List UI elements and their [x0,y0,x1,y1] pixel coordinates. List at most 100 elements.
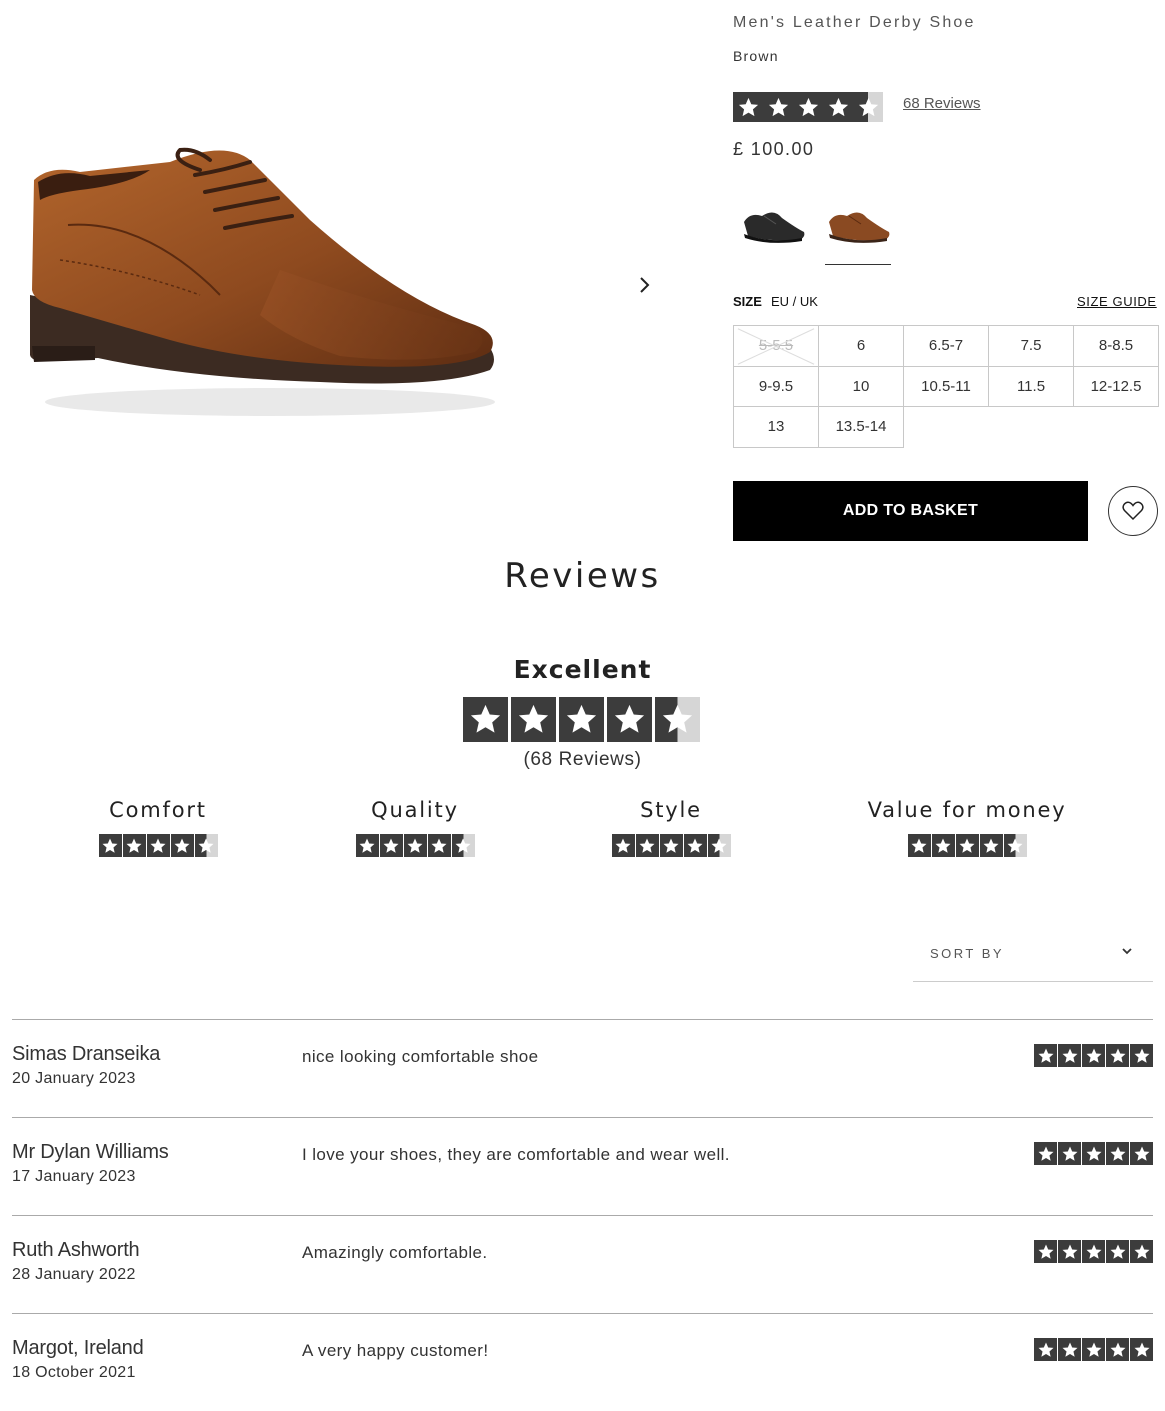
star-icon [98,834,122,857]
star-icon [1058,1142,1081,1165]
gallery-next-button[interactable] [630,268,660,302]
product-price: £ 100.00 [733,139,815,159]
star-icon [1082,1338,1105,1361]
star-icon [1003,834,1027,857]
star-icon [1106,1338,1129,1361]
criterion-label: Style [640,798,702,822]
star-icon [1106,1142,1129,1165]
star-icon [355,834,379,857]
star-icon [931,834,955,857]
criterion-label: Value for money [867,798,1067,822]
size-option[interactable]: 10 [818,365,904,407]
criterion-stars [571,834,771,857]
review-row: Simas Dranseika 20 January 2023 nice loo… [12,1019,1153,1117]
star-icon [655,697,700,742]
review-rating-stars [1034,1240,1153,1263]
size-option[interactable]: 5-5.5 [733,325,819,367]
criterion-value-for-money: Value for money [842,798,1092,857]
chevron-down-icon [1122,948,1132,955]
size-guide-link[interactable]: SIZE GUIDE [1077,294,1157,309]
review-text: nice looking comfortable shoe [302,1047,539,1066]
heart-icon [1122,501,1144,521]
star-icon [635,834,659,857]
star-icon [1130,1338,1153,1361]
star-icon [607,697,652,742]
star-icon [427,834,451,857]
star-icon [1058,1338,1081,1361]
star-icon [1082,1240,1105,1263]
product-image[interactable] [20,120,510,430]
review-author: Simas Dranseika [12,1043,161,1065]
star-icon [170,834,194,857]
review-date: 17 January 2023 [12,1168,136,1185]
star-icon [733,92,763,122]
reviews-heading: Reviews [504,556,661,596]
review-text: A very happy customer! [302,1341,489,1360]
star-icon [1034,1240,1057,1263]
size-system-label: EU / UK [771,294,818,309]
star-icon [379,834,403,857]
review-date: 28 January 2022 [12,1266,136,1283]
review-author: Mr Dylan Williams [12,1141,169,1163]
size-option[interactable]: 8-8.5 [1073,325,1159,367]
star-icon [1106,1044,1129,1067]
size-grid: 5-5.5 6 6.5-7 7.5 8-8.5 9-9.5 10 10.5-11 11.5 12-… [733,325,1159,448]
star-icon [763,92,793,122]
size-option[interactable]: 9-9.5 [733,365,819,407]
star-icon [1034,1142,1057,1165]
criterion-stars [58,834,258,857]
criterion-comfort: Comfort [58,798,258,857]
reviews-link[interactable]: 68 Reviews [903,95,981,112]
star-icon [1058,1044,1081,1067]
review-row: Ruth Ashworth 28 January 2022 Amazingly … [12,1215,1153,1313]
star-icon [793,92,823,122]
rating-word: Excellent [513,655,652,684]
star-icon [122,834,146,857]
star-icon [659,834,683,857]
size-option[interactable]: 7.5 [988,325,1074,367]
size-option[interactable]: 6.5-7 [903,325,989,367]
star-icon [1106,1240,1129,1263]
review-text: I love your shoes, they are comfortable … [302,1145,730,1164]
star-icon [1082,1044,1105,1067]
star-icon [823,92,853,122]
size-option[interactable]: 10.5-11 [903,365,989,407]
overall-review-count: (68 Reviews) [523,749,642,770]
sort-by-dropdown[interactable]: SORT BY [913,935,1153,982]
size-option[interactable]: 11.5 [988,365,1074,407]
star-icon [559,697,604,742]
review-rating-stars [1034,1142,1153,1165]
star-icon [463,697,508,742]
star-icon [1130,1240,1153,1263]
sort-by-label: SORT BY [930,946,1005,961]
review-date: 20 January 2023 [12,1070,136,1087]
star-icon [907,834,931,857]
star-icon [1034,1044,1057,1067]
criterion-label: Comfort [109,798,207,822]
criterion-quality: Quality [315,798,515,857]
colour-swatch-brown[interactable] [825,194,891,265]
size-option[interactable]: 6 [818,325,904,367]
star-icon [1082,1142,1105,1165]
review-author: Ruth Ashworth [12,1239,140,1261]
add-to-basket-button[interactable]: ADD TO BASKET [733,481,1088,541]
star-icon [853,92,883,122]
criterion-label: Quality [371,798,459,822]
size-option[interactable]: 13.5-14 [818,406,904,448]
star-icon [955,834,979,857]
star-icon [403,834,427,857]
size-option[interactable]: 12-12.5 [1073,365,1159,407]
size-option[interactable]: 13 [733,406,819,448]
wishlist-button[interactable] [1108,486,1158,536]
chevron-right-icon [640,277,650,293]
star-icon [707,834,731,857]
criterion-stars [315,834,515,857]
overall-rating-stars [463,697,700,742]
criterion-style: Style [571,798,771,857]
criterion-stars [842,834,1092,857]
colour-swatch-black[interactable] [740,194,806,256]
star-icon [194,834,218,857]
review-author: Margot, Ireland [12,1337,144,1359]
product-colour: Brown [733,48,779,64]
star-icon [979,834,1003,857]
